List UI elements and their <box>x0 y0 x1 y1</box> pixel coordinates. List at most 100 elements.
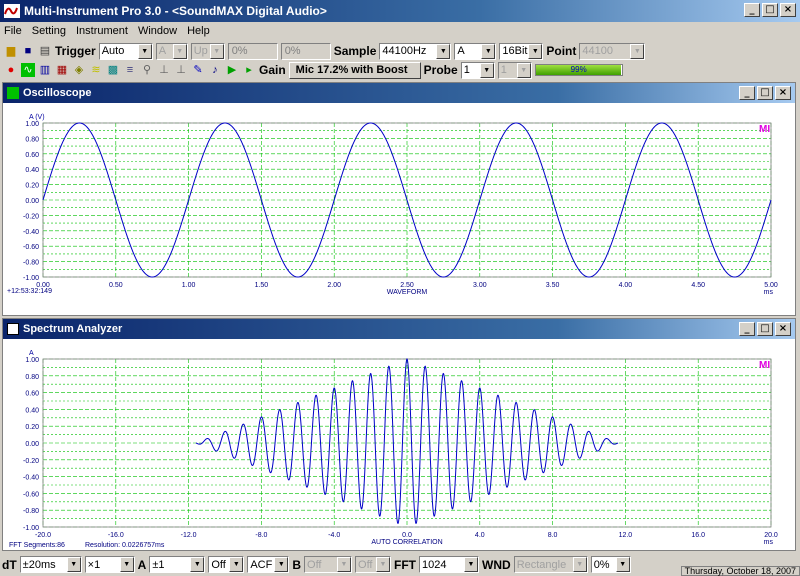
open-folder-icon[interactable]: ▆ <box>4 44 18 58</box>
overlap-select[interactable]: 0% ▼ <box>590 556 631 573</box>
b-range-value: Off <box>307 558 322 571</box>
bits-value: 16Bit <box>502 45 528 57</box>
y-tick-label: -0.20 <box>23 213 39 220</box>
y-tick-label: 1.00 <box>25 357 39 364</box>
print-icon[interactable]: ▤ <box>38 44 52 58</box>
trigger-delay-stepper[interactable]: 0% <box>280 42 331 60</box>
dds-icon[interactable]: ▩ <box>106 63 120 77</box>
marker-a-icon[interactable]: ⊥ <box>157 63 171 77</box>
chevron-down-icon: ▼ <box>119 557 134 572</box>
spectrum-3d-icon[interactable]: ▦ <box>55 63 69 77</box>
timestamp: +12:53:32:149 <box>7 288 52 295</box>
y-tick-label: 0.60 <box>25 152 39 159</box>
y-tick-label: 0.00 <box>25 441 39 448</box>
chevron-down-icon: ▼ <box>630 43 645 59</box>
chevron-down-icon: ▼ <box>528 43 543 59</box>
a-range-select[interactable]: ±1 ▼ <box>149 556 206 573</box>
spectrum-title-bar[interactable]: Spectrum Analyzer _ □ × <box>3 319 795 339</box>
input-source-button[interactable]: Mic 17.2% with Boost <box>288 61 421 79</box>
chevron-down-icon: ▼ <box>66 557 81 572</box>
fft-size-select[interactable]: 1024 ▼ <box>419 556 480 573</box>
window-function-select[interactable]: Rectangle ▼ <box>513 556 588 573</box>
sample-rate-select[interactable]: 44100Hz ▼ <box>379 42 452 60</box>
spectrum-title: Spectrum Analyzer <box>23 323 123 335</box>
spectrum-plot[interactable]: A1.00 0.80 0.60 0.40 0.20 0.00 -0.20 -0.40 -0.60… <box>3 339 795 550</box>
a-range-value: ±1 <box>152 558 165 571</box>
settings-icon[interactable]: ✎ <box>191 63 205 77</box>
x-multiplier-select[interactable]: ×1 ▼ <box>84 556 135 573</box>
y-tick-label: -0.40 <box>23 229 39 236</box>
a-offset-select[interactable]: Off ▼ <box>208 556 245 573</box>
watermark-logo: MI <box>759 360 770 371</box>
y-tick-label: 0.20 <box>25 424 39 431</box>
chevron-down-icon: ▼ <box>209 43 224 59</box>
trigger-level-stepper[interactable]: 0% <box>227 42 278 60</box>
menu-instrument[interactable]: Instrument <box>76 25 128 37</box>
y-tick-label: 0.40 <box>25 407 39 414</box>
marker-b-icon[interactable]: ⊥ <box>174 63 188 77</box>
oscilloscope-icon[interactable]: ∿ <box>21 63 35 77</box>
b-offset-select[interactable]: Off ▼ <box>355 556 392 573</box>
maximize-icon[interactable]: □ <box>757 322 773 336</box>
minimize-icon[interactable]: _ <box>744 3 760 17</box>
y-tick-label: 0.20 <box>25 183 39 190</box>
maximize-icon[interactable]: □ <box>757 86 773 100</box>
sample-label: Sample <box>333 44 377 58</box>
play-single-icon[interactable]: ▸ <box>242 63 256 77</box>
record-icon[interactable]: ● <box>4 63 18 77</box>
oscilloscope-plot[interactable]: A: Max= 0.99994 V Min=-0.99994 V Mean= 0… <box>3 103 795 315</box>
menu-setting[interactable]: Setting <box>32 25 66 37</box>
b-range-select[interactable]: Off ▼ <box>304 556 353 573</box>
menu-window[interactable]: Window <box>138 25 177 37</box>
wnd-label: WND <box>482 557 511 572</box>
points-select[interactable]: 44100 ▼ <box>579 42 646 60</box>
chevron-down-icon: ▼ <box>479 62 494 78</box>
input-level-meter: 99% <box>534 64 623 76</box>
oscilloscope-title-bar[interactable]: Oscilloscope _ □ × <box>3 83 795 103</box>
signal-generator-icon[interactable]: ≋ <box>89 63 103 77</box>
trigger-edge-select[interactable]: Up ▼ <box>190 42 225 60</box>
close-icon[interactable]: × <box>775 86 791 100</box>
chevron-down-icon: ▼ <box>190 557 205 572</box>
toolbar-main: ▆ ■ ▤ Trigger Auto ▼ A ▼ Up ▼ 0% 0% Sample … <box>0 41 800 61</box>
maximize-icon[interactable]: □ <box>762 3 778 17</box>
trigger-mode-select[interactable]: Auto ▼ <box>98 42 153 60</box>
spectrum-icon[interactable]: ▥ <box>38 63 52 77</box>
cursor-icon[interactable]: ⚲ <box>140 63 154 77</box>
y-tick-label: -0.40 <box>23 475 39 482</box>
window-function-value: Rectangle <box>516 558 567 571</box>
bits-select[interactable]: 16Bit ▼ <box>499 42 544 60</box>
minimize-icon[interactable]: _ <box>739 86 755 100</box>
x-tick-label: 8.0 <box>548 532 558 539</box>
x-tick-label: 1.00 <box>182 282 196 289</box>
window-title-bar[interactable]: Multi-Instrument Pro 3.0 - <SoundMAX Dig… <box>0 0 800 22</box>
chevron-down-icon: ▼ <box>481 43 496 59</box>
menu-help[interactable]: Help <box>187 25 210 37</box>
trigger-channel-select[interactable]: A ▼ <box>155 42 188 60</box>
multimeter-icon[interactable]: ≡ <box>123 63 137 77</box>
x-tick-label: 4.0 <box>475 532 485 539</box>
x-tick-label: -8.0 <box>255 532 267 539</box>
save-icon[interactable]: ■ <box>21 44 35 58</box>
close-icon[interactable]: × <box>780 3 796 17</box>
x-axis-title: WAVEFORM <box>387 289 428 296</box>
x-multiplier-value: ×1 <box>87 558 101 571</box>
chevron-down-icon: ▼ <box>464 557 479 572</box>
probe-b-select[interactable]: 1 ▼ <box>497 61 532 79</box>
menu-file[interactable]: File <box>4 25 22 37</box>
x-tick-label: 12.0 <box>619 532 633 539</box>
acf-select[interactable]: ACF ▼ <box>247 556 290 573</box>
y-tick-label: -0.20 <box>23 458 39 465</box>
minimize-icon[interactable]: _ <box>739 322 755 336</box>
y-tick-label: -0.80 <box>23 260 39 267</box>
sample-channel-select[interactable]: A ▼ <box>454 42 497 60</box>
toolbar-instruments: ● ∿ ▥ ▦ ◈ ≋ ▩ ≡ ⚲ ⊥ ⊥ ✎ ♪ ▶ ▸ Gain Mic 1… <box>0 60 800 80</box>
close-icon[interactable]: × <box>775 322 791 336</box>
speaker-icon[interactable]: ♪ <box>208 63 222 77</box>
dt-select[interactable]: ±20ms ▼ <box>19 556 82 573</box>
probe-a-select[interactable]: 1 ▼ <box>460 61 495 79</box>
play-icon[interactable]: ▶ <box>225 63 239 77</box>
chevron-down-icon: ▼ <box>516 62 531 78</box>
phase-icon[interactable]: ◈ <box>72 63 86 77</box>
dt-label: dT <box>2 557 17 572</box>
